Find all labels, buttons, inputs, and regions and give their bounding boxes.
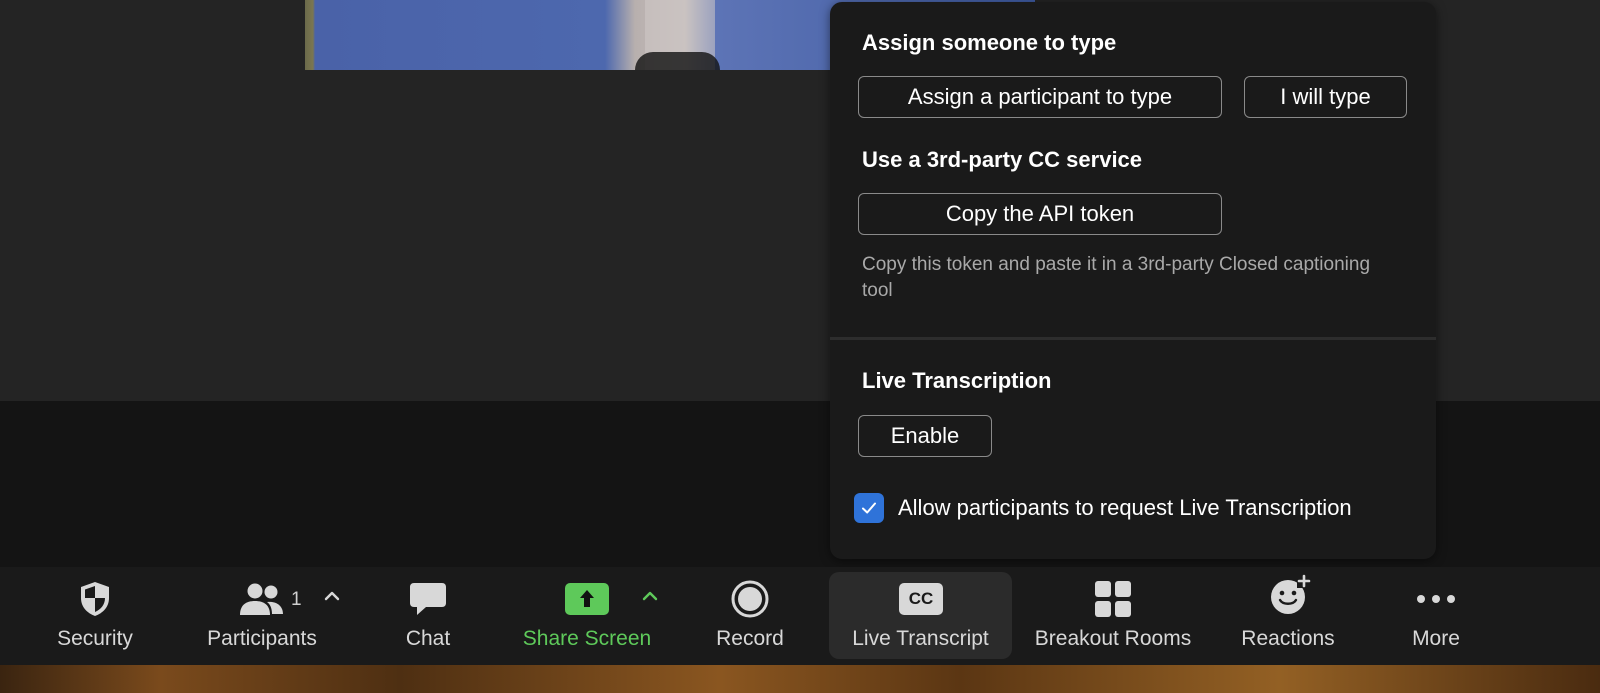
security-label: Security <box>57 627 133 650</box>
live-transcript-label: Live Transcript <box>852 627 989 650</box>
more-button[interactable]: More <box>1396 567 1476 665</box>
record-label: Record <box>716 627 784 650</box>
breakout-rooms-icon <box>1094 579 1132 619</box>
security-button[interactable]: Security <box>40 567 150 665</box>
closed-caption-icon: CC <box>898 579 944 619</box>
i-will-type-button[interactable]: I will type <box>1244 76 1407 118</box>
closed-caption-popover: Assign someone to type Assign a particip… <box>830 2 1436 559</box>
chat-bubble-icon <box>408 579 448 619</box>
allow-request-checkbox[interactable] <box>854 493 884 523</box>
assign-section-title: Assign someone to type <box>862 30 1117 55</box>
copy-token-hint: Copy this token and paste it in a 3rd-pa… <box>862 254 1371 301</box>
shield-icon <box>77 579 113 619</box>
assign-participant-button[interactable]: Assign a participant to type <box>858 76 1222 118</box>
allow-request-label[interactable]: Allow participants to request Live Trans… <box>898 495 1352 521</box>
smiley-add-icon <box>1268 574 1312 615</box>
breakout-rooms-button[interactable]: Breakout Rooms <box>1028 567 1198 665</box>
enable-live-transcription-button[interactable]: Enable <box>858 415 992 457</box>
participants-options-chevron-icon[interactable] <box>322 589 342 608</box>
chat-label: Chat <box>405 627 451 650</box>
record-icon <box>730 579 770 619</box>
share-screen-label: Share Screen <box>522 627 652 650</box>
record-button[interactable]: Record <box>700 567 800 665</box>
live-transcript-button[interactable]: CC Live Transcript <box>829 572 1012 659</box>
share-screen-options-chevron-icon[interactable] <box>640 589 660 608</box>
more-label: More <box>1412 627 1460 650</box>
participants-button[interactable]: 1 Participants <box>196 567 328 665</box>
breakout-rooms-label: Breakout Rooms <box>1034 627 1192 650</box>
participants-icon <box>238 579 286 619</box>
more-dots-icon <box>1416 579 1456 619</box>
popover-divider <box>830 337 1436 340</box>
share-screen-button[interactable]: Share Screen <box>512 567 662 665</box>
participants-label: Participants <box>207 627 317 650</box>
live-transcription-title: Live Transcription <box>862 368 1052 393</box>
meeting-toolbar: Security 1 Participants Chat Share Scree… <box>0 567 1600 665</box>
share-screen-icon <box>565 579 609 619</box>
checkmark-icon <box>862 502 876 514</box>
cc-badge: CC <box>899 583 943 615</box>
reactions-label: Reactions <box>1241 627 1335 650</box>
copy-api-token-button[interactable]: Copy the API token <box>858 193 1222 235</box>
third-party-section-title: Use a 3rd-party CC service <box>862 147 1143 172</box>
participants-count: 1 <box>291 589 302 610</box>
chat-button[interactable]: Chat <box>388 567 468 665</box>
background-desk-strip <box>0 665 1600 693</box>
reactions-button[interactable]: Reactions <box>1232 567 1344 665</box>
